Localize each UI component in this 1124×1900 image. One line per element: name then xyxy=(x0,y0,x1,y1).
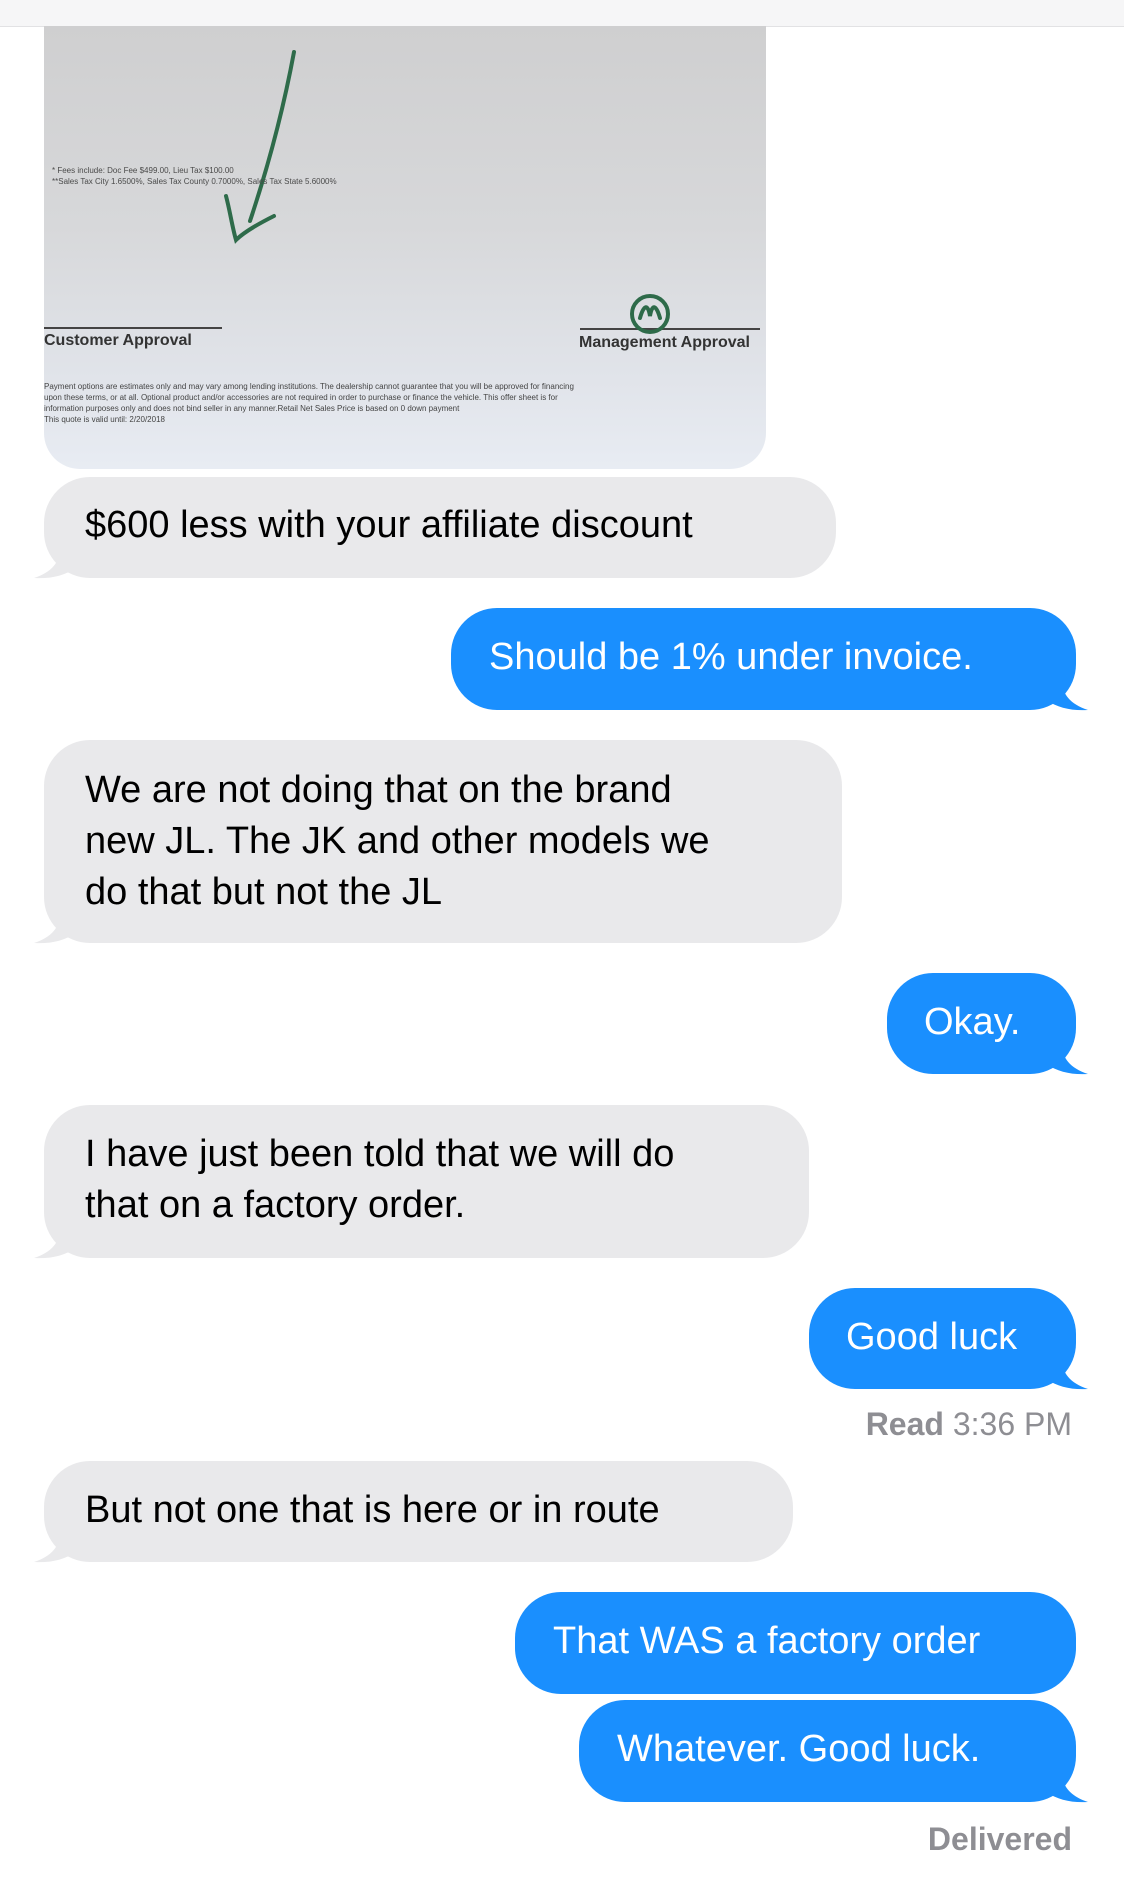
customer-signature-line xyxy=(44,327,222,329)
message-text: $600 less with your affiliate discount xyxy=(85,504,693,546)
fine-print: Payment options are estimates only and m… xyxy=(44,382,574,424)
bubble-tail-received xyxy=(34,548,76,579)
read-label: Read xyxy=(865,1406,944,1442)
message-bubble-received[interactable]: But not one that is here or in route xyxy=(44,1461,793,1562)
delivered-status: Delivered xyxy=(927,1821,1072,1857)
message-text-line: We are not doing that on the brand xyxy=(85,769,672,811)
message-text-line: I have just been told that we will do xyxy=(85,1133,675,1175)
initials-signature-mark xyxy=(630,294,670,334)
bubble-tail-received xyxy=(34,1228,76,1259)
message-bubble-sent[interactable]: That WAS a factory order xyxy=(515,1592,1076,1694)
bubble-tail-sent xyxy=(1046,1359,1088,1390)
message-bubble-received[interactable]: We are not doing that on the brand new J… xyxy=(44,740,842,943)
fees-note: * Fees include: Doc Fee $499.00, Lieu Ta… xyxy=(52,166,337,186)
photo-attachment[interactable]: * Fees include: Doc Fee $499.00, Lieu Ta… xyxy=(44,26,766,469)
read-time: 3:36 PM xyxy=(952,1406,1072,1442)
message-text: That WAS a factory order xyxy=(553,1620,981,1662)
bubble-tail-sent xyxy=(1046,1772,1088,1803)
message-text: Should be 1% under invoice. xyxy=(489,636,973,678)
message-text-line: do that but not the JL xyxy=(85,871,443,913)
bubble-tail-received xyxy=(34,1532,76,1563)
top-bar xyxy=(0,0,1124,27)
message-bubble-received[interactable]: $600 less with your affiliate discount xyxy=(44,477,836,578)
message-text: Okay. xyxy=(924,1001,1021,1043)
customer-approval-label: Customer Approval xyxy=(44,332,192,349)
message-bubble-sent[interactable]: Should be 1% under invoice. xyxy=(451,608,1076,710)
message-bubble-sent[interactable]: Whatever. Good luck. xyxy=(579,1700,1076,1802)
bubble-tail-sent xyxy=(1046,680,1088,711)
message-text: Good luck xyxy=(846,1316,1018,1358)
bubble-tail-received xyxy=(34,913,76,944)
read-receipt: Read 3:36 PM xyxy=(866,1406,1072,1443)
message-bubble-received[interactable]: I have just been told that we will do th… xyxy=(44,1105,809,1258)
message-text: But not one that is here or in route xyxy=(85,1489,660,1531)
message-text-line: new JL. The JK and other models we xyxy=(85,820,710,862)
message-text: Whatever. Good luck. xyxy=(617,1728,981,1770)
message-bubble-sent[interactable]: Good luck xyxy=(809,1288,1076,1389)
bubble-tail-sent xyxy=(1046,1044,1088,1075)
message-text-line: that on a factory order. xyxy=(85,1184,466,1226)
